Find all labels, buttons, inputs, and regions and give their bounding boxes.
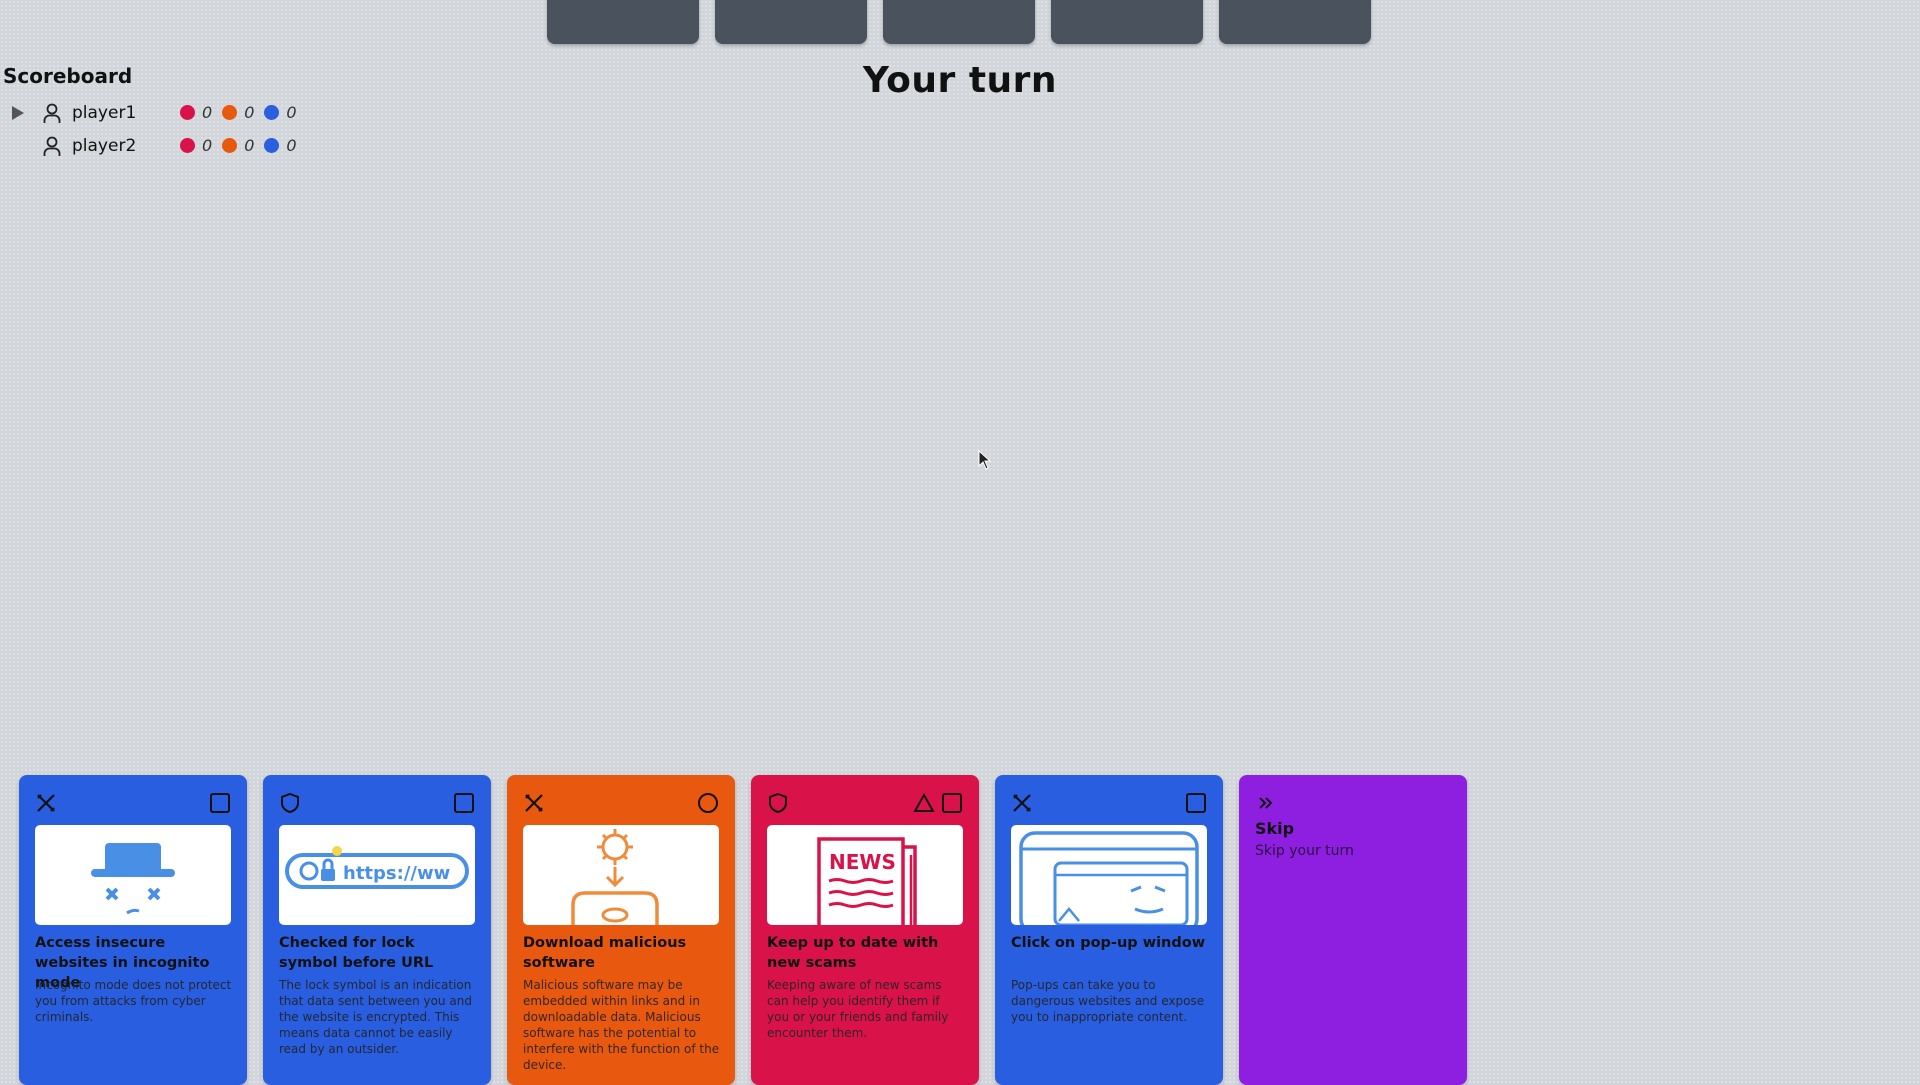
skip-card[interactable]: Skip Skip your turn [1239, 775, 1467, 1085]
score-value: 0 [244, 103, 255, 122]
card-header [35, 793, 231, 817]
score-value: 0 [244, 136, 255, 155]
shield-icon [767, 792, 789, 818]
shield-icon [279, 792, 301, 818]
popup-window-icon [1011, 825, 1207, 925]
card-title: Skip [1255, 819, 1295, 838]
newspaper-icon: NEWS [767, 825, 963, 925]
card-header [279, 792, 475, 818]
card-description: Malicious software may be embedded withi… [523, 978, 720, 1072]
card-header [523, 793, 719, 817]
player-name: player2 [72, 135, 137, 156]
user-icon [42, 102, 62, 124]
score-value: 0 [202, 136, 213, 155]
blue-dot-icon [264, 105, 280, 120]
orange-dot-icon [222, 105, 238, 120]
card-header [1011, 793, 1207, 817]
url-lock-icon: https://ww [279, 825, 475, 925]
card-description: The lock symbol is an indication that da… [279, 978, 472, 1056]
player-name: player1 [72, 102, 137, 123]
hand-card[interactable]: Download malicious software Malicious so… [507, 775, 735, 1085]
score-value: 0 [202, 103, 213, 122]
double-chevron-icon [1255, 792, 1277, 818]
hand-card[interactable]: NEWS Keep up to date with new scams Keep… [751, 775, 979, 1085]
square-icon [941, 792, 963, 818]
card-header [767, 792, 963, 818]
opponent-card-back [1219, 0, 1371, 44]
card-title: Keep up to date with new scams [767, 935, 939, 971]
card-description: Skip your turn [1255, 843, 1354, 859]
opponent-hand [547, 0, 1371, 44]
player-hand: Access insecure websites in incognito mo… [19, 775, 1467, 1085]
score-blue: 0 [264, 103, 297, 122]
hand-card[interactable]: https://ww Checked for lock symbol befor… [263, 775, 491, 1085]
hand-card[interactable]: Click on pop-up window Pop-ups can take … [995, 775, 1223, 1085]
card-description: Incognito mode does not protect you from… [35, 978, 232, 1024]
score-red: 0 [180, 136, 212, 155]
hand-card[interactable]: Access insecure websites in incognito mo… [19, 775, 247, 1085]
player-scores: 0 0 0 [174, 136, 297, 155]
score-value: 0 [286, 136, 297, 155]
red-dot-icon [180, 105, 195, 120]
x-mark-icon [35, 792, 57, 818]
x-mark-icon [523, 792, 545, 818]
user-icon [42, 135, 62, 157]
mouse-cursor-icon [978, 449, 992, 474]
triangle-icon [913, 792, 935, 818]
opponent-card-back [883, 0, 1035, 44]
player-scores: 0 0 0 [174, 103, 297, 122]
news-text: NEWS [829, 850, 896, 874]
square-icon [209, 792, 231, 818]
square-icon [1185, 792, 1207, 818]
score-blue: 0 [264, 136, 297, 155]
opponent-card-back [547, 0, 699, 44]
opponent-card-back [1051, 0, 1203, 44]
blue-dot-icon [264, 138, 280, 153]
card-title: Click on pop-up window [1011, 935, 1206, 951]
current-turn-marker-icon [8, 105, 28, 121]
score-orange: 0 [222, 103, 254, 122]
virus-download-icon [523, 825, 719, 925]
circle-icon [697, 792, 719, 818]
card-title: Download malicious software [523, 935, 687, 971]
card-header [1255, 793, 1451, 817]
square-icon [453, 792, 475, 818]
x-mark-icon [1011, 792, 1033, 818]
score-orange: 0 [222, 136, 254, 155]
turn-title: Your turn [862, 60, 1058, 101]
score-red: 0 [180, 103, 212, 122]
card-title: Checked for lock symbol before URL [279, 935, 434, 971]
score-value: 0 [286, 103, 297, 122]
card-description: Keeping aware of new scams can help you … [767, 978, 949, 1040]
red-dot-icon [180, 138, 195, 153]
url-text: https://ww [343, 863, 450, 884]
player-row: player2 0 0 0 [3, 129, 297, 162]
opponent-card-back [715, 0, 867, 44]
orange-dot-icon [222, 138, 238, 153]
incognito-hat-icon [35, 825, 231, 925]
card-description: Pop-ups can take you to dangerous websit… [1011, 978, 1205, 1024]
